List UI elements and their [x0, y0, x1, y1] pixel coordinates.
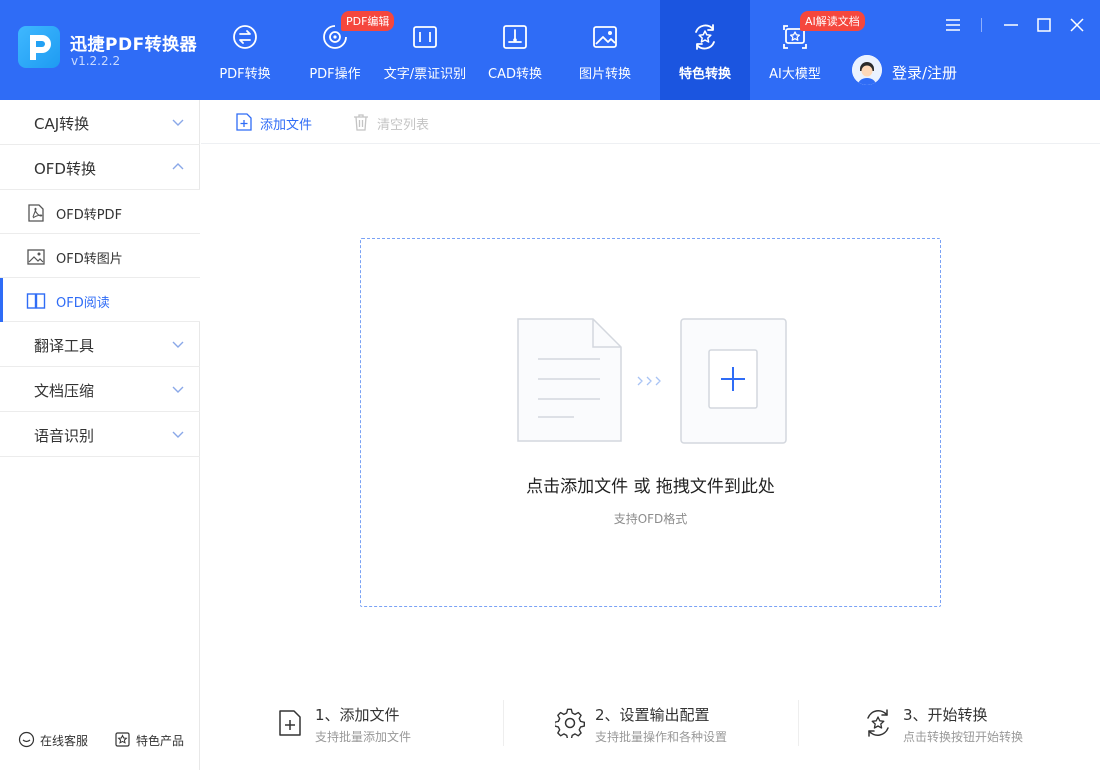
online-service-label: 在线客服 — [40, 734, 89, 748]
minimize-icon[interactable] — [1000, 14, 1022, 36]
step-description: 支持批量添加文件 — [315, 730, 412, 744]
menu-icon[interactable] — [942, 14, 964, 36]
sidebar-group-caj[interactable]: CAJ转换 — [0, 100, 200, 145]
chat-icon — [18, 731, 35, 748]
sidebar-item-label: OFD转图片 — [56, 252, 123, 267]
divider — [981, 18, 982, 32]
chevron-down-icon — [172, 341, 184, 348]
ai-doc-badge: AI解读文档 — [800, 11, 865, 31]
sidebar-item-ofd-to-image[interactable]: OFD转图片 — [0, 234, 200, 278]
nav-label: 图片转换 — [578, 67, 631, 82]
sidebar-item-ofd-read[interactable]: OFD阅读 — [0, 278, 200, 322]
app-name: 迅捷PDF转换器 — [70, 35, 198, 55]
step-divider — [503, 700, 504, 746]
sidebar-group-compress[interactable]: 文档压缩 — [0, 367, 200, 412]
star-swap-icon — [695, 24, 715, 50]
nav-pdf-convert[interactable]: PDF转换 — [200, 0, 290, 100]
chevron-up-icon — [172, 163, 184, 170]
star-badge-icon — [115, 732, 130, 747]
image-file-icon — [27, 249, 45, 265]
sidebar-group-ofd[interactable]: OFD转换 — [0, 145, 200, 190]
app-header: 迅捷PDF转换器 v1.2.2.2 PDF转换 PDF操作 PDF编辑 文字/票… — [0, 0, 1100, 100]
sidebar-group-label: OFD转换 — [34, 160, 96, 178]
sidebar-group-translate[interactable]: 翻译工具 — [0, 322, 200, 367]
document-icon — [517, 318, 622, 442]
step-title: 1、添加文件 — [315, 706, 400, 724]
app-logo — [18, 26, 60, 68]
sidebar-item-ofd-to-pdf[interactable]: OFD转PDF — [0, 190, 200, 234]
star-swap-icon — [867, 709, 889, 737]
book-icon — [26, 293, 46, 309]
avatar — [852, 55, 882, 85]
special-products-label: 特色产品 — [136, 734, 185, 748]
clear-list-label: 清空列表 — [377, 118, 430, 133]
nav-ocr[interactable]: 文字/票证识别 — [380, 0, 470, 100]
app-version: v1.2.2.2 — [71, 54, 121, 68]
add-file-label: 添加文件 — [260, 118, 313, 133]
nav-cad-convert[interactable]: CAD转换 — [470, 0, 560, 100]
sidebar-group-speech[interactable]: 语音识别 — [0, 412, 200, 457]
nav-image-convert[interactable]: 图片转换 — [560, 0, 650, 100]
toolbar: 添加文件 清空列表 — [201, 100, 1100, 144]
sidebar-group-label: 语音识别 — [34, 427, 95, 445]
pdf-file-icon — [28, 204, 44, 222]
step-title: 2、设置输出配置 — [595, 706, 710, 724]
nav-special-convert[interactable]: 特色转换 — [660, 0, 750, 100]
step-title: 3、开始转换 — [903, 706, 988, 724]
close-icon[interactable] — [1066, 14, 1088, 36]
nav-label: AI大模型 — [769, 67, 821, 82]
chevron-down-icon — [172, 431, 184, 438]
sidebar-group-label: CAJ转换 — [34, 115, 90, 133]
step-description: 点击转换按钮开始转换 — [903, 730, 1024, 744]
login-label: 登录/注册 — [892, 64, 958, 82]
arrow-dots-icon — [637, 376, 661, 386]
sidebar-group-label: 翻译工具 — [34, 337, 95, 355]
cad-frame-icon — [503, 25, 527, 49]
image-icon — [593, 26, 617, 48]
step-divider — [798, 700, 799, 746]
file-drop-zone[interactable]: 点击添加文件 或 拖拽文件到此处 支持OFD格式 — [360, 238, 941, 607]
chevron-down-icon — [172, 386, 184, 393]
maximize-icon[interactable] — [1033, 14, 1055, 36]
sidebar-item-label: OFD阅读 — [56, 296, 110, 311]
add-file-icon — [236, 113, 252, 131]
add-document-illustration — [517, 318, 787, 444]
add-file-icon — [279, 710, 301, 736]
step-description: 支持批量操作和各种设置 — [595, 730, 728, 744]
gear-icon — [555, 708, 585, 738]
sidebar-group-label: 文档压缩 — [34, 382, 95, 400]
chevron-down-icon — [172, 119, 184, 126]
trash-icon — [354, 114, 368, 131]
sidebar-item-label: OFD转PDF — [56, 208, 123, 223]
scan-frame-icon — [413, 26, 437, 48]
drop-zone-subtitle: 支持OFD格式 — [613, 512, 688, 526]
drop-zone-title: 点击添加文件 或 拖拽文件到此处 — [526, 477, 775, 497]
swap-circle-icon — [233, 25, 257, 49]
sidebar: CAJ转换 OFD转换 OFD转PDF OFD转图片 OFD阅读 翻译工具 文档… — [0, 100, 200, 770]
add-box-icon — [680, 318, 787, 444]
